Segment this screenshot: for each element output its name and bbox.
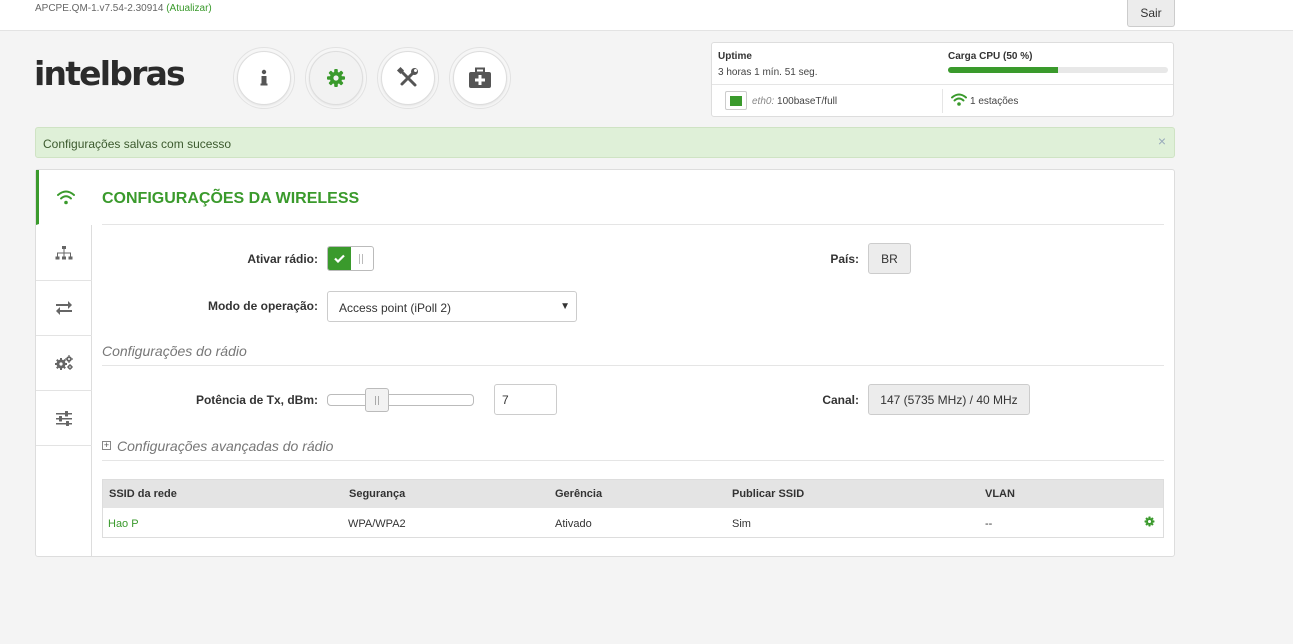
update-link[interactable]: (Atualizar) <box>166 3 212 14</box>
medical-kit-icon <box>469 67 491 88</box>
enable-radio-toggle[interactable] <box>327 246 374 271</box>
wireless-settings-panel: CONFIGURAÇÕES DA WIRELESS Ativar rádio: … <box>35 169 1175 557</box>
operation-mode-label: Modo de operação: <box>207 299 318 313</box>
nav-support-button[interactable] <box>449 47 511 109</box>
gear-icon[interactable] <box>1144 516 1155 527</box>
page-title: CONFIGURAÇÕES DA WIRELESS <box>102 190 360 207</box>
tx-power-input[interactable]: 7 <box>494 384 557 415</box>
top-bar: APCPE.QM-1.v7.54-2.30914 (Atualizar) Sai… <box>0 0 1293 31</box>
firmware-version-text: APCPE.QM-1.v7.54-2.30914 <box>35 3 164 14</box>
column-publish-ssid: Publicar SSID <box>732 488 805 500</box>
channel-label: Canal: <box>822 393 859 407</box>
ethernet-icon <box>725 91 747 110</box>
tools-icon <box>396 66 418 87</box>
cpu-load-fill <box>948 67 1058 73</box>
uptime-value: 3 horas 1 mín. 51 seg. <box>718 67 818 78</box>
firmware-version: APCPE.QM-1.v7.54-2.30914 (Atualizar) <box>35 3 212 14</box>
sidebar-item-network[interactable] <box>36 226 92 281</box>
channel-value: 147 (5735 MHz) / 40 MHz <box>868 384 1030 415</box>
nav-info-button[interactable] <box>233 47 295 109</box>
wifi-icon <box>951 93 967 106</box>
uptime-label: Uptime <box>718 51 752 62</box>
vlan-cell: -- <box>985 518 993 530</box>
advanced-radio-settings-link[interactable]: Configurações avançadas do rádio <box>117 438 333 454</box>
stations-count: 1 estações <box>970 96 1019 107</box>
column-security: Segurança <box>349 488 406 500</box>
radio-settings-heading: Configurações do rádio <box>102 343 247 359</box>
alert-message: Configurações salvas com sucesso <box>43 137 232 151</box>
country-value: BR <box>868 243 911 274</box>
publish-cell: Sim <box>732 518 751 530</box>
nav-settings-button[interactable] <box>305 47 367 109</box>
ssid-link[interactable]: Hao P <box>108 518 139 530</box>
wifi-icon <box>56 190 75 205</box>
country-label: País: <box>830 252 859 266</box>
cpu-load-label: Carga CPU (50 %) <box>948 51 1033 62</box>
eth-speed: 100baseT/full <box>777 96 838 107</box>
sidebar-item-routing[interactable] <box>36 281 92 336</box>
tx-power-label: Potência de Tx, dBm: <box>195 393 318 407</box>
eth-status: eth0: 100baseT/full <box>752 96 837 107</box>
caret-down-icon: ▼ <box>560 301 570 312</box>
security-cell: WPA/WPA2 <box>348 518 406 530</box>
intelbras-logo: intelbras <box>34 54 186 93</box>
expand-plus-icon[interactable]: + <box>102 441 111 450</box>
gear-icon <box>327 69 345 87</box>
nav-tools-button[interactable] <box>377 47 439 109</box>
logout-button[interactable]: Sair <box>1127 0 1175 27</box>
sidebar-item-wireless[interactable] <box>36 170 92 225</box>
sidebar-item-advanced[interactable] <box>36 391 92 446</box>
success-alert: Configurações salvas com sucesso × <box>35 127 1175 158</box>
eth-name: eth0: <box>752 96 775 107</box>
close-icon[interactable]: × <box>1158 133 1166 149</box>
gears-icon <box>55 355 73 370</box>
tx-power-slider[interactable] <box>327 394 474 406</box>
section-sidebar <box>36 170 92 556</box>
column-ssid: SSID da rede <box>109 488 177 500</box>
column-vlan: VLAN <box>985 488 1015 500</box>
sliders-icon <box>56 410 72 426</box>
network-icon <box>55 246 73 260</box>
tx-power-slider-handle[interactable] <box>365 388 389 412</box>
enable-radio-label: Ativar rádio: <box>247 252 318 266</box>
column-management: Gerência <box>555 488 603 500</box>
ssid-table: SSID da rede Segurança Gerência Publicar… <box>102 479 1164 538</box>
management-cell: Ativado <box>555 518 592 530</box>
sidebar-item-services[interactable] <box>36 336 92 391</box>
info-icon <box>260 69 268 86</box>
arrows-exchange-icon <box>56 301 72 315</box>
cpu-load-bar <box>948 67 1168 73</box>
operation-mode-select[interactable]: Access point (iPoll 2) ▼ <box>327 291 577 322</box>
status-panel: Uptime 3 horas 1 mín. 51 seg. Carga CPU … <box>711 42 1174 117</box>
table-header: SSID da rede Segurança Gerência Publicar… <box>103 480 1163 508</box>
operation-mode-value: Access point (iPoll 2) <box>339 301 452 315</box>
check-icon <box>334 254 345 263</box>
